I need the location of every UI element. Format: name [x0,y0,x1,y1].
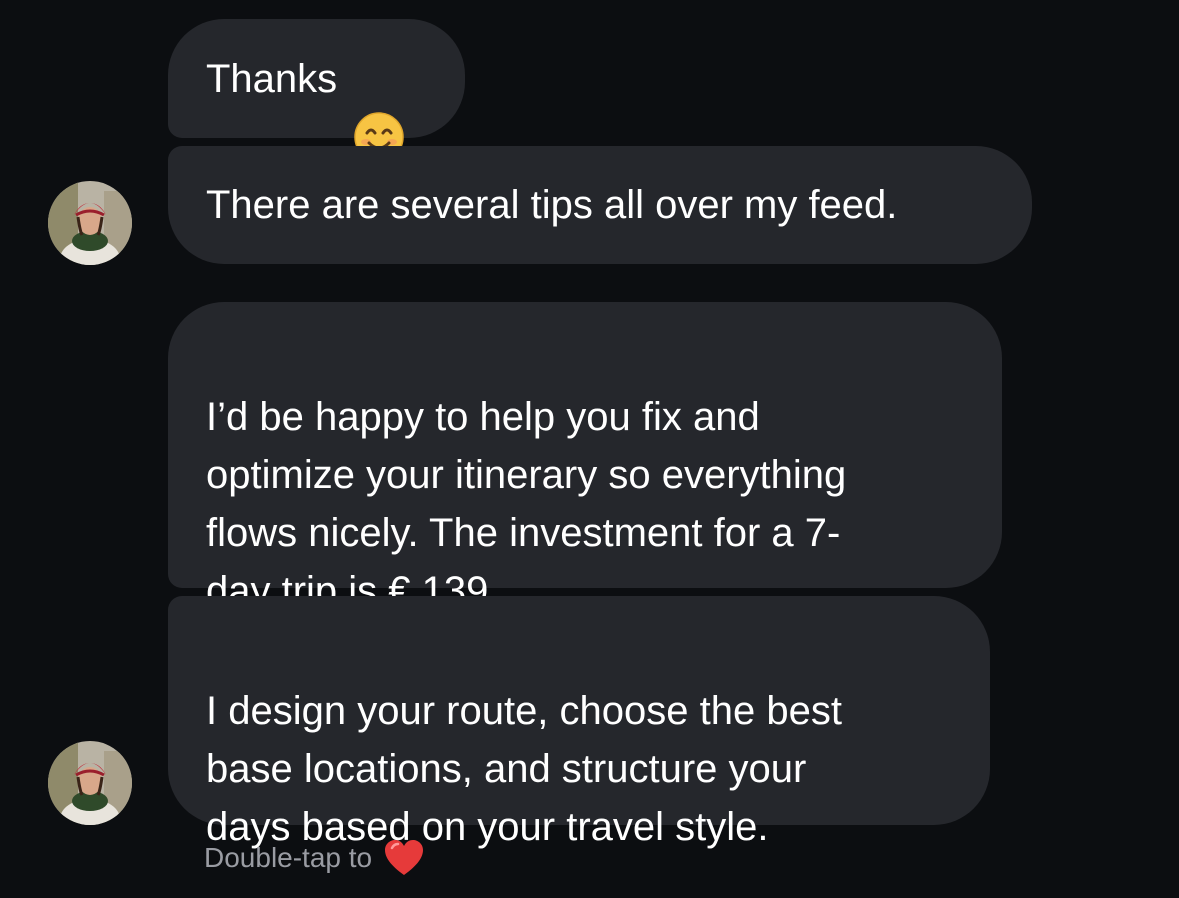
message-bubble-tips[interactable]: There are several tips all over my feed. [168,146,1032,264]
contact-avatar[interactable] [48,741,132,825]
message-text: Thanks [206,56,338,101]
message-text: There are several tips all over my feed. [206,183,898,227]
message-bubble-thanks[interactable]: Thanks [168,19,465,162]
smiling-face-icon [353,53,405,162]
message-bubble-service[interactable]: I design your route, choose the best bas… [168,596,990,849]
reaction-hint-text: Double-tap to [204,842,373,873]
message-text: I design your route, choose the best bas… [206,689,842,849]
red-heart-icon[interactable] [384,839,424,877]
reaction-hint: Double-tap to [204,838,424,878]
contact-avatar[interactable] [48,181,132,265]
message-text: I’d be happy to help you fix and optimiz… [206,395,847,613]
message-bubble-offer[interactable]: I’d be happy to help you fix and optimiz… [168,302,1002,613]
